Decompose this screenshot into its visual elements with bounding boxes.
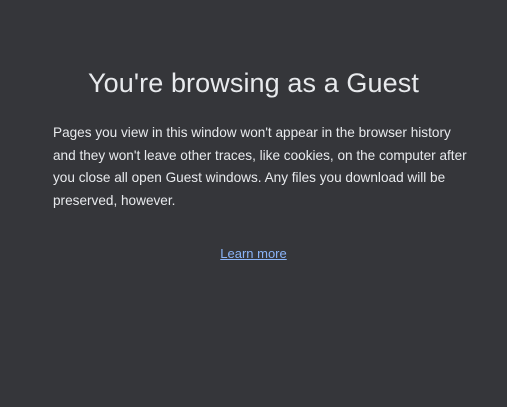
learn-more-link[interactable]: Learn more — [220, 246, 286, 261]
learn-more-container: Learn more — [0, 245, 507, 263]
page-title: You're browsing as a Guest — [88, 68, 419, 98]
guest-browsing-page: You're browsing as a Guest Pages you vie… — [0, 0, 507, 407]
guest-mode-description: Pages you view in this window won't appe… — [53, 125, 467, 208]
